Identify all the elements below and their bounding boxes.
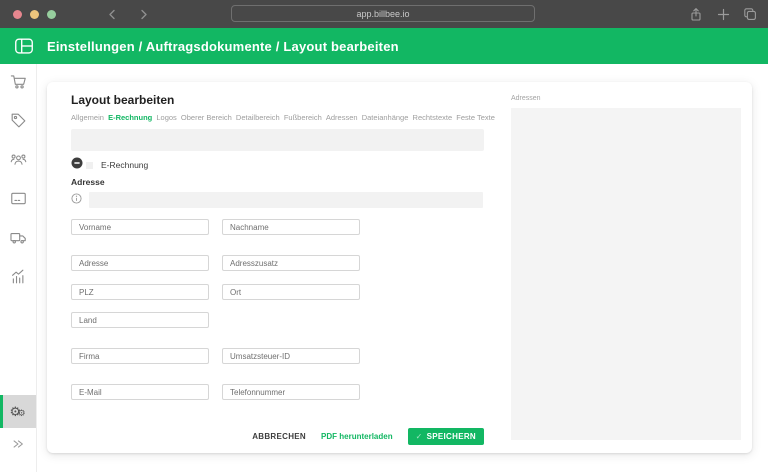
telefonnummer-input[interactable]: [222, 384, 360, 400]
users-icon: [9, 150, 28, 174]
tag-icon: [9, 111, 28, 135]
minimize-window-button[interactable]: [30, 10, 39, 19]
info-icon: [71, 191, 82, 209]
vorname-input[interactable]: [71, 219, 209, 235]
tab-e-rechnung[interactable]: E-Rechnung: [108, 113, 152, 122]
sidebar-item-invoices[interactable]: [0, 181, 36, 220]
section-checkbox[interactable]: [86, 162, 93, 169]
main-content: Layout bearbeiten Allgemein E-Rechnung L…: [37, 64, 768, 472]
browser-window: app.billbee.io Einstellungen / Auftragsd…: [0, 0, 768, 472]
sidebar-item-products[interactable]: [0, 103, 36, 142]
tab-logos[interactable]: Logos: [156, 113, 176, 122]
address-form: [71, 219, 484, 400]
check-icon: ✓: [416, 432, 423, 441]
e-rechnung-section-header[interactable]: E-Rechnung: [71, 159, 484, 171]
cart-icon: [9, 72, 28, 96]
tab-rechtstexte[interactable]: Rechtstexte: [413, 113, 453, 122]
sidebar-expand-button[interactable]: [0, 428, 36, 464]
preview-column: Adressen: [484, 82, 752, 453]
plz-input[interactable]: [71, 284, 209, 300]
ort-input[interactable]: [222, 284, 360, 300]
adressen-preview-panel: [511, 108, 741, 440]
sidebar-item-settings[interactable]: ⚙⚙: [0, 395, 36, 428]
sidebar-spacer: [0, 298, 36, 395]
expand-chevrons-icon: [11, 437, 25, 456]
settings-gears-icon: ⚙⚙: [10, 403, 30, 421]
section-label: E-Rechnung: [101, 160, 148, 170]
tab-detailbereich[interactable]: Detailbereich: [236, 113, 280, 122]
info-panel: [71, 129, 484, 151]
tab-allgemein[interactable]: Allgemein: [71, 113, 104, 122]
truck-icon: [9, 228, 28, 252]
adresszusatz-input[interactable]: [222, 255, 360, 271]
maximize-window-button[interactable]: [47, 10, 56, 19]
app-header: Einstellungen / Auftragsdokumente / Layo…: [0, 28, 768, 64]
cancel-button[interactable]: ABBRECHEN: [252, 432, 306, 441]
tab-dateianhaenge[interactable]: Dateianhänge: [362, 113, 409, 122]
share-icon[interactable]: [688, 6, 704, 22]
sidebar-item-customers[interactable]: [0, 142, 36, 181]
firma-input[interactable]: [71, 348, 209, 364]
breadcrumb: Einstellungen / Auftragsdokumente / Layo…: [47, 39, 399, 54]
tab-overview-icon[interactable]: [742, 6, 758, 22]
browser-chrome: app.billbee.io: [0, 0, 768, 28]
close-window-button[interactable]: [13, 10, 22, 19]
window-controls: [13, 10, 56, 19]
sidebar-item-shipping[interactable]: [0, 220, 36, 259]
card-footer: ABBRECHEN PDF herunterladen ✓ SPEICHERN: [71, 428, 484, 445]
address-format-input[interactable]: [89, 192, 483, 208]
nachname-input[interactable]: [222, 219, 360, 235]
tab-bar: Allgemein E-Rechnung Logos Oberer Bereic…: [71, 113, 495, 122]
land-input[interactable]: [71, 312, 209, 328]
new-tab-plus-icon[interactable]: [715, 6, 731, 22]
back-icon[interactable]: [106, 8, 119, 21]
sidebar-item-orders[interactable]: [0, 64, 36, 103]
save-button-label: SPEICHERN: [427, 432, 476, 441]
address-group-label: Adresse: [71, 178, 484, 187]
layout-editor-card: Layout bearbeiten Allgemein E-Rechnung L…: [47, 82, 752, 453]
sidebar-item-statistics[interactable]: [0, 259, 36, 298]
tab-oberer-bereich[interactable]: Oberer Bereich: [181, 113, 232, 122]
adresse-input[interactable]: [71, 255, 209, 271]
address-info-row: [71, 191, 484, 209]
forward-icon[interactable]: [137, 8, 150, 21]
email-input[interactable]: [71, 384, 209, 400]
url-text: app.billbee.io: [356, 9, 409, 19]
stats-chart-icon: [9, 267, 28, 291]
invoice-card-icon: [9, 189, 28, 213]
preview-label: Adressen: [511, 95, 741, 103]
pdf-download-link[interactable]: PDF herunterladen: [321, 432, 393, 441]
save-button[interactable]: ✓ SPEICHERN: [408, 428, 484, 445]
address-bar[interactable]: app.billbee.io: [231, 5, 535, 22]
page-title: Layout bearbeiten: [71, 94, 484, 106]
form-column: Layout bearbeiten Allgemein E-Rechnung L…: [47, 82, 484, 453]
sidebar: ⚙⚙: [0, 64, 37, 472]
umsatzsteuer-id-input[interactable]: [222, 348, 360, 364]
collapse-minus-icon[interactable]: [71, 156, 83, 174]
tab-adressen[interactable]: Adressen: [326, 113, 358, 122]
billbee-logo-icon[interactable]: [13, 35, 35, 57]
tab-fussbereich[interactable]: Fußbereich: [284, 113, 322, 122]
